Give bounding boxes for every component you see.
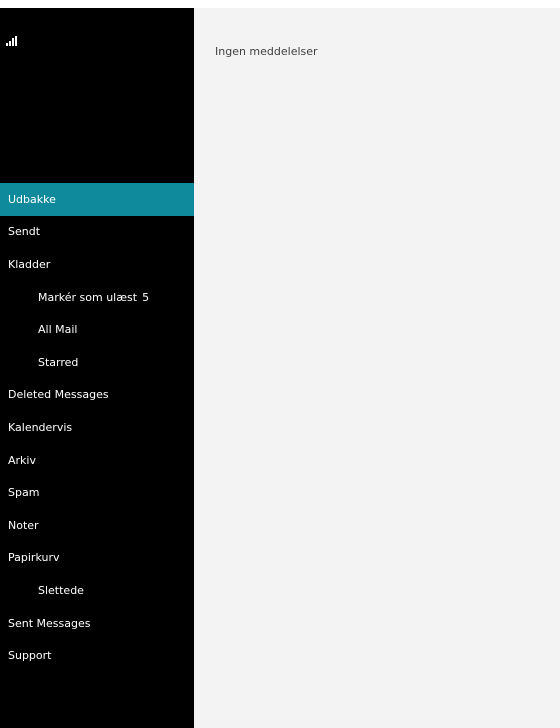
- folder-item[interactable]: Deleted Messages: [0, 379, 194, 412]
- folder-label: Kladder: [8, 257, 51, 271]
- signal-bars-icon: [6, 36, 17, 46]
- folder-item[interactable]: All Mail: [0, 313, 194, 346]
- folder-label: Sendt: [8, 225, 41, 239]
- folder-item[interactable]: Spam: [0, 476, 194, 509]
- empty-message: Ingen meddelelser: [215, 45, 318, 58]
- folder-item[interactable]: Arkiv: [0, 444, 194, 477]
- folder-label: Support: [8, 649, 52, 663]
- folder-item[interactable]: Papirkurv: [0, 542, 194, 575]
- folder-item[interactable]: Markér som ulæst 5: [0, 281, 194, 314]
- folder-label: All Mail: [38, 323, 78, 337]
- folder-label: Markér som ulæst: [38, 290, 138, 304]
- folder-item[interactable]: Slettede: [0, 574, 194, 607]
- folder-label: Kalendervis: [8, 420, 73, 434]
- message-list-pane: Ingen meddelelser: [194, 8, 560, 728]
- folder-label: Deleted Messages: [8, 388, 109, 402]
- folder-label: Noter: [8, 518, 39, 532]
- folder-item[interactable]: Sendt: [0, 216, 194, 249]
- folder-label: Slettede: [38, 583, 84, 597]
- unread-count: 5: [142, 290, 150, 304]
- folder-item[interactable]: Noter: [0, 509, 194, 542]
- mail-app: Udbakke Sendt Kladder Markér som ulæst 5 All …: [0, 8, 560, 728]
- folder-sidebar: Udbakke Sendt Kladder Markér som ulæst 5 All …: [0, 8, 194, 728]
- folder-label: Starred: [38, 355, 79, 369]
- folder-label: Papirkurv: [8, 551, 60, 565]
- folder-item[interactable]: Starred: [0, 346, 194, 379]
- folder-item[interactable]: Sent Messages: [0, 607, 194, 640]
- folder-label: Sent Messages: [8, 616, 91, 630]
- folder-item[interactable]: Kladder: [0, 248, 194, 281]
- folder-label: Arkiv: [8, 453, 36, 467]
- folder-label: Udbakke: [8, 192, 56, 206]
- folder-item[interactable]: Support: [0, 639, 194, 672]
- folder-item[interactable]: Kalendervis: [0, 411, 194, 444]
- folder-item[interactable]: Udbakke: [0, 183, 194, 216]
- folder-label: Spam: [8, 486, 40, 500]
- folder-list: Udbakke Sendt Kladder Markér som ulæst 5 All …: [0, 183, 194, 672]
